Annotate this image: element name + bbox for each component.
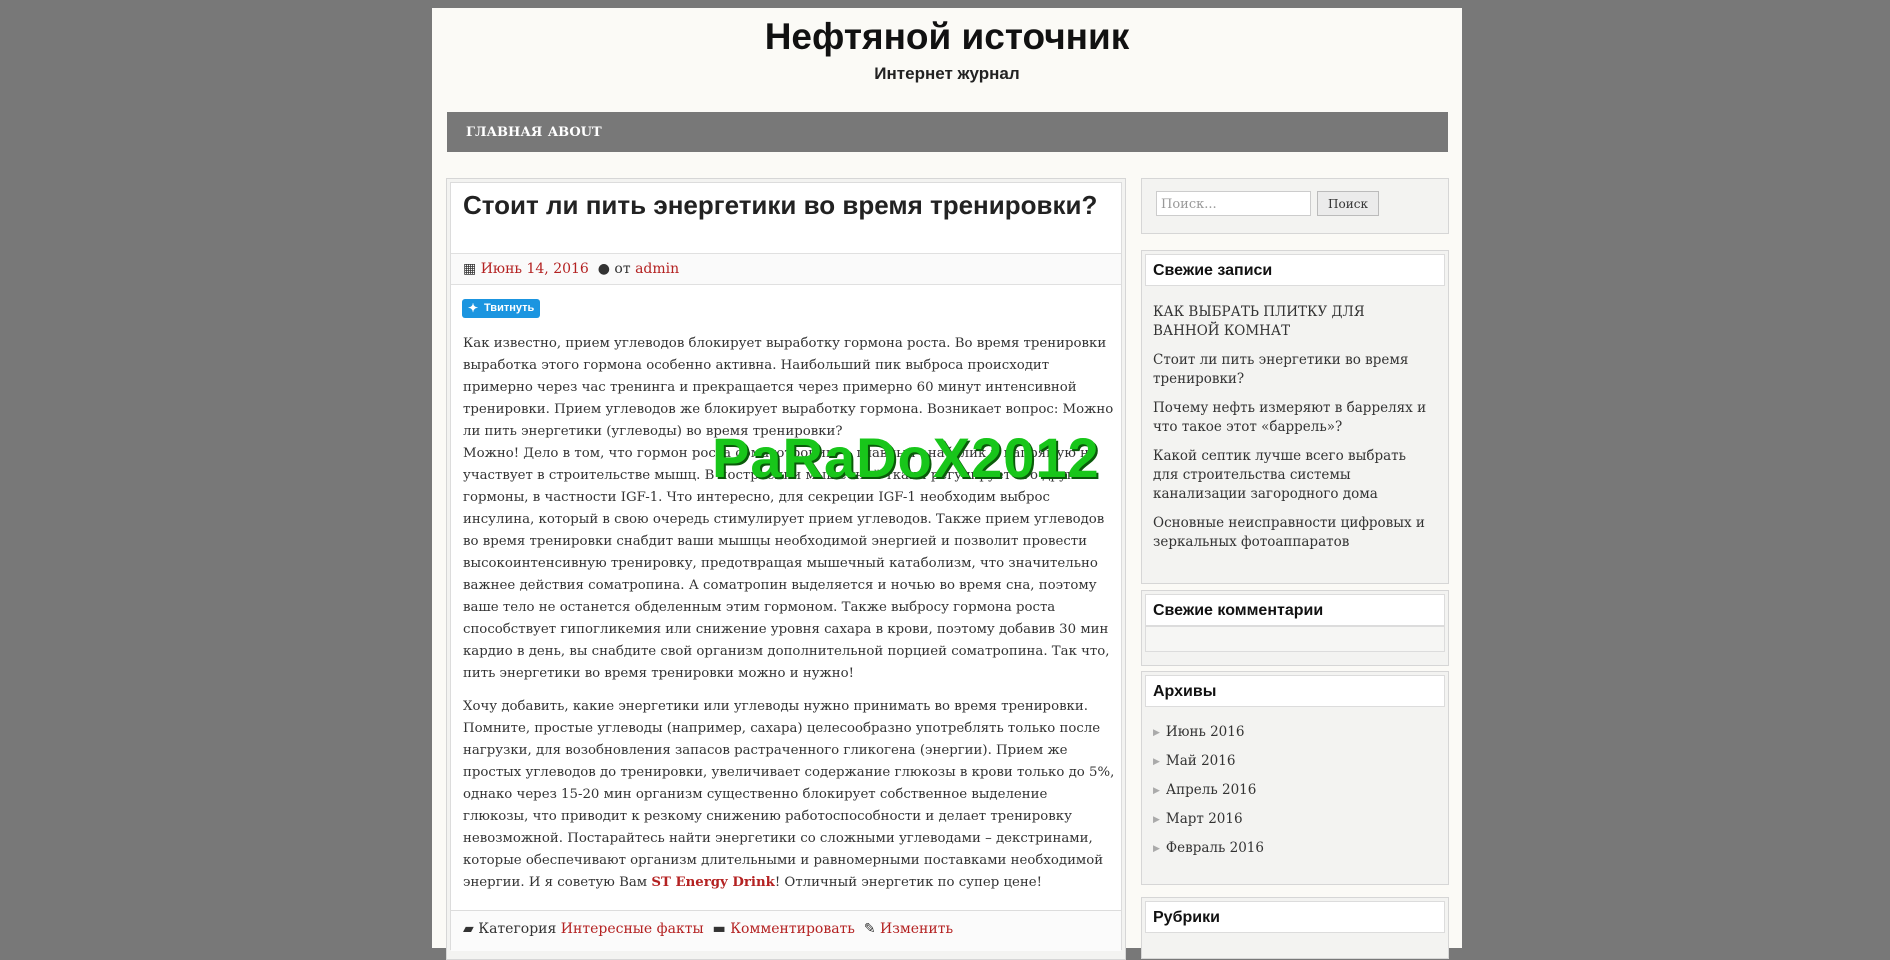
recent-post-link[interactable]: Стоит ли пить энергетики во время тренир… — [1153, 351, 1433, 389]
calendar-icon: ▦ — [463, 261, 477, 277]
recent-comments-list — [1145, 626, 1445, 652]
search-input[interactable]: Поиск... — [1156, 191, 1311, 216]
folder-icon: ▰ — [463, 921, 474, 937]
category-link[interactable]: Интересные факты — [561, 921, 704, 937]
archive-label: Март 2016 — [1165, 811, 1243, 827]
post-meta: ▦ Июнь 14, 2016 ● от admin — [463, 261, 679, 277]
archive-item[interactable]: ▶ Май 2016 — [1153, 753, 1235, 769]
archive-item[interactable]: ▶ Февраль 2016 — [1153, 840, 1264, 856]
nav-item-home[interactable]: ГЛАВНАЯ — [466, 125, 542, 140]
recent-comments-widget: Свежие комментарии — [1141, 590, 1449, 666]
nav-item-about[interactable]: ABOUT — [548, 125, 602, 140]
post-footer: ▰ Категория Интересные факты ▬ Комментир… — [451, 910, 1121, 951]
archive-label: Май 2016 — [1165, 753, 1236, 769]
article-box: Стоит ли пить энергетики во время тренир… — [446, 178, 1126, 960]
recent-posts-widget: Свежие записи КАК ВЫБРАТЬ ПЛИТКУ ДЛЯ ВАН… — [1141, 250, 1449, 584]
archives-title: Архивы — [1145, 675, 1445, 707]
user-icon: ● — [597, 261, 610, 277]
watermark: PaRaDoX2012 — [712, 426, 1100, 489]
recent-post-link[interactable]: Какой септик лучше всего выбрать для стр… — [1153, 447, 1433, 504]
post-title[interactable]: Стоит ли пить энергетики во время тренир… — [463, 191, 1123, 219]
main-nav: ГЛАВНАЯ ABOUT — [447, 112, 1448, 152]
post-by: от — [614, 261, 631, 277]
archive-label: Апрель 2016 — [1165, 782, 1257, 798]
archive-label: Февраль 2016 — [1165, 840, 1264, 856]
archives-widget: Архивы ▶ Июнь 2016 ▶ Май 2016 ▶ Апрель 2016… — [1141, 671, 1449, 885]
archive-label: Июнь 2016 — [1165, 724, 1245, 740]
triangle-right-icon: ▶ — [1153, 815, 1160, 825]
categories-widget: Рубрики — [1141, 897, 1449, 959]
post-paragraph-3-end: ! Отличный энергетик по супер цене! — [774, 875, 1042, 890]
twitter-icon: ✦ — [468, 301, 479, 315]
recent-posts-title: Свежие записи — [1145, 254, 1445, 286]
archive-item[interactable]: ▶ Июнь 2016 — [1153, 724, 1244, 740]
triangle-right-icon: ▶ — [1153, 728, 1160, 738]
post-paragraph-3: Хочу добавить, какие энергетики или угле… — [463, 696, 1115, 894]
comment-link[interactable]: Комментировать — [730, 921, 855, 937]
search-button[interactable]: Поиск — [1317, 191, 1379, 216]
site-title[interactable]: Нефтяной источник — [432, 16, 1462, 58]
site-description: Интернет журнал — [874, 64, 1020, 83]
archive-item[interactable]: ▶ Апрель 2016 — [1153, 782, 1256, 798]
archive-item[interactable]: ▶ Март 2016 — [1153, 811, 1243, 827]
pencil-icon: ✎ — [863, 921, 876, 937]
categories-title: Рубрики — [1145, 901, 1445, 933]
recent-comments-title: Свежие комментарии — [1145, 594, 1445, 626]
post-author[interactable]: admin — [635, 261, 679, 277]
article: Стоит ли пить энергетики во время тренир… — [450, 182, 1123, 951]
recent-post-link[interactable]: Основные неисправности цифровых и зеркал… — [1153, 514, 1433, 552]
comment-icon: ▬ — [712, 921, 726, 937]
post-footer-links: ▰ Категория Интересные факты ▬ Комментир… — [463, 921, 953, 937]
tweet-label: Твитнуть — [484, 302, 535, 314]
search-widget: Поиск... Поиск — [1141, 178, 1449, 234]
product-link[interactable]: ST Energy Drink — [651, 875, 775, 890]
recent-posts-list: КАК ВЫБРАТЬ ПЛИТКУ ДЛЯ ВАННОЙ КОМНАТ Сто… — [1153, 303, 1433, 562]
triangle-right-icon: ▶ — [1153, 844, 1160, 854]
post-paragraph-3-text: Хочу добавить, какие энергетики или угле… — [463, 699, 1115, 890]
recent-post-link[interactable]: КАК ВЫБРАТЬ ПЛИТКУ ДЛЯ ВАННОЙ КОМНАТ — [1153, 303, 1433, 341]
category-label: Категория — [478, 921, 557, 937]
triangle-right-icon: ▶ — [1153, 757, 1160, 767]
post-date[interactable]: Июнь 14, 2016 — [481, 261, 589, 277]
edit-link[interactable]: Изменить — [880, 921, 953, 937]
triangle-right-icon: ▶ — [1153, 786, 1160, 796]
recent-post-link[interactable]: Почему нефть измеряют в баррелях и что т… — [1153, 399, 1433, 437]
tweet-button[interactable]: ✦ Твитнуть — [462, 299, 540, 318]
